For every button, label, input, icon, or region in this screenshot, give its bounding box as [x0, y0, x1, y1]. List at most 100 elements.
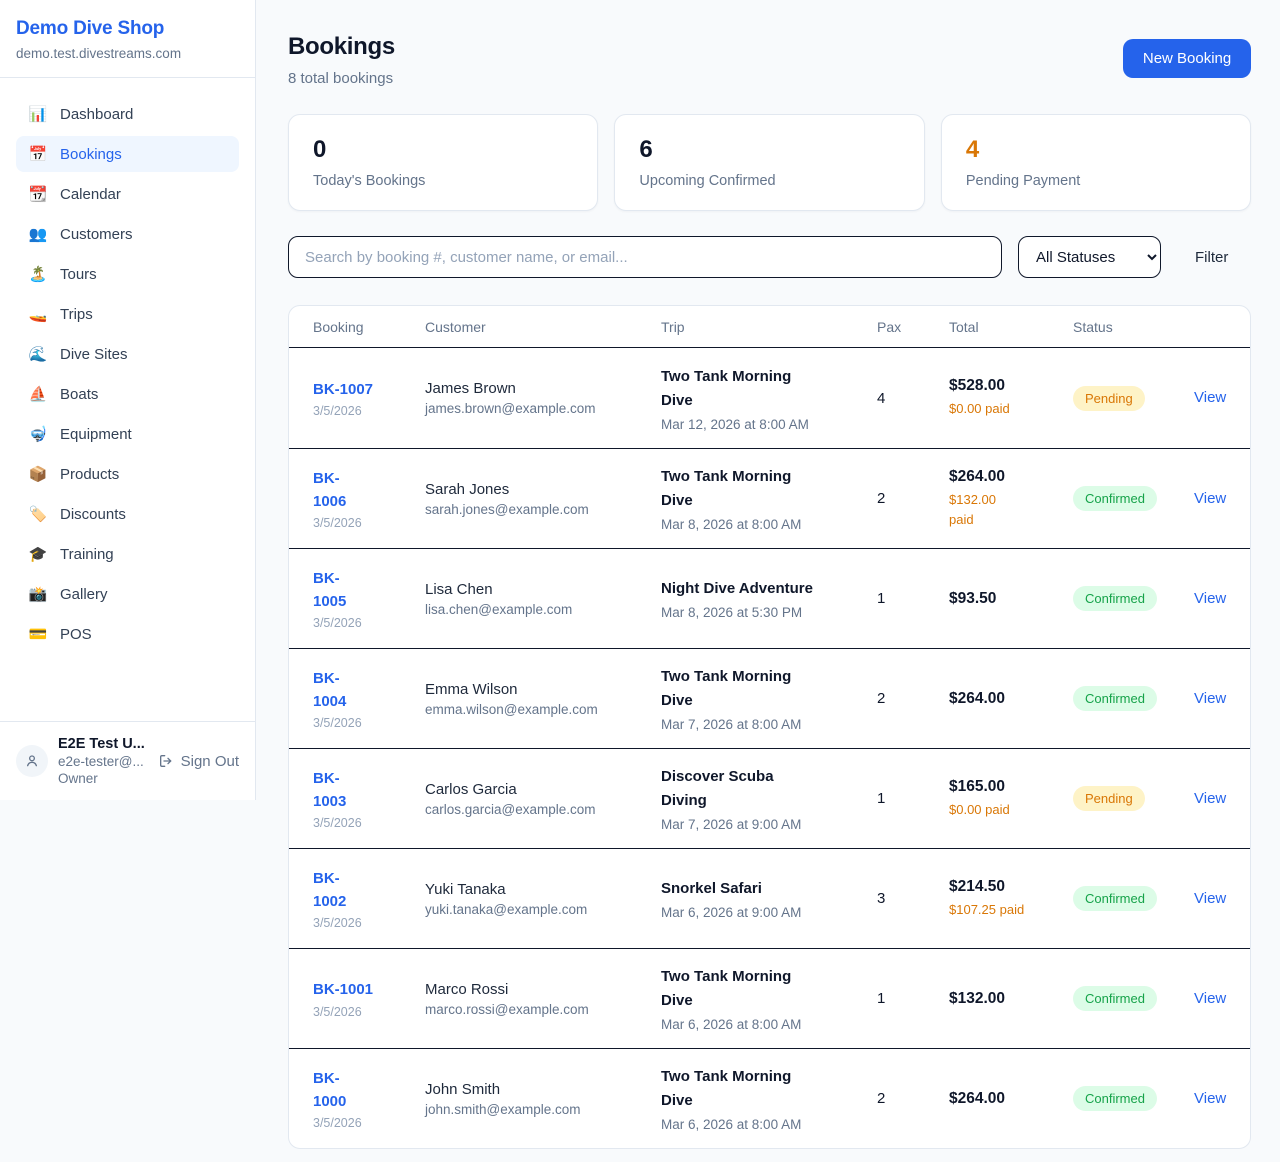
customer-cell: Marco Rossi marco.rossi@example.com: [425, 981, 661, 1017]
booking-cell: BK-1006 3/5/2026: [313, 467, 425, 531]
booking-cell: BK-1001 3/5/2026: [313, 978, 425, 1018]
column-header-booking: Booking: [313, 319, 425, 335]
sidebar-item-dive-sites[interactable]: 🌊 Dive Sites: [16, 336, 239, 372]
sidebar-item-training[interactable]: 🎓 Training: [16, 536, 239, 572]
bookings-icon: 📅: [28, 145, 48, 163]
table-row: BK-1004 3/5/2026 Emma Wilson emma.wilson…: [289, 648, 1250, 748]
view-link[interactable]: View: [1194, 890, 1226, 907]
booking-id-link[interactable]: BK-1005: [313, 567, 425, 614]
avatar: [16, 745, 48, 777]
booking-id-link[interactable]: BK-1006: [313, 467, 425, 514]
booking-cell: BK-1002 3/5/2026: [313, 867, 425, 931]
total-amount: $528.00: [949, 377, 1073, 395]
sidebar-item-pos[interactable]: 💳 POS: [16, 616, 239, 652]
status-cell: Confirmed: [1073, 486, 1194, 511]
products-icon: 📦: [28, 465, 48, 483]
booking-cell: BK-1000 3/5/2026: [313, 1067, 425, 1131]
customer-email: yuki.tanaka@example.com: [425, 902, 661, 917]
customer-email: john.smith@example.com: [425, 1102, 661, 1117]
status-select[interactable]: All Statuses: [1018, 236, 1161, 278]
status-badge: Confirmed: [1073, 986, 1157, 1011]
sidebar: Demo Dive Shop demo.test.divestreams.com…: [0, 0, 256, 800]
customer-cell: Carlos Garcia carlos.garcia@example.com: [425, 781, 661, 817]
customer-name: John Smith: [425, 1081, 661, 1098]
total-cell: $264.00 $132.00paid: [949, 468, 1073, 529]
sidebar-item-gallery[interactable]: 📸 Gallery: [16, 576, 239, 612]
sidebar-item-boats[interactable]: ⛵ Boats: [16, 376, 239, 412]
sidebar-item-dashboard[interactable]: 📊 Dashboard: [16, 96, 239, 132]
actions-cell: View: [1194, 890, 1226, 908]
status-badge: Pending: [1073, 786, 1145, 811]
view-link[interactable]: View: [1194, 690, 1226, 707]
booking-id-link[interactable]: BK-1004: [313, 667, 425, 714]
status-cell: Confirmed: [1073, 586, 1194, 611]
trip-cell: Night Dive Adventure Mar 8, 2026 at 5:30…: [661, 577, 877, 620]
customer-name: Sarah Jones: [425, 481, 661, 498]
customer-email: carlos.garcia@example.com: [425, 802, 661, 817]
booking-id-link[interactable]: BK-1000: [313, 1067, 425, 1114]
booking-date: 3/5/2026: [313, 916, 425, 930]
actions-cell: View: [1194, 389, 1226, 407]
sidebar-item-products[interactable]: 📦 Products: [16, 456, 239, 492]
status-cell: Confirmed: [1073, 986, 1194, 1011]
paid-amount: $132.00paid: [949, 490, 1073, 529]
booking-id-link[interactable]: BK-1002: [313, 867, 425, 914]
trip-datetime: Mar 8, 2026 at 8:00 AM: [661, 517, 863, 532]
view-link[interactable]: View: [1194, 790, 1226, 807]
sidebar-item-label: Calendar: [60, 186, 121, 203]
sidebar-item-label: Trips: [60, 306, 93, 323]
trip-datetime: Mar 7, 2026 at 9:00 AM: [661, 817, 863, 832]
gallery-icon: 📸: [28, 585, 48, 603]
status-cell: Confirmed: [1073, 886, 1194, 911]
sign-out-icon: [158, 753, 174, 769]
view-link[interactable]: View: [1194, 490, 1226, 507]
sidebar-item-discounts[interactable]: 🏷️ Discounts: [16, 496, 239, 532]
trip-datetime: Mar 6, 2026 at 8:00 AM: [661, 1117, 863, 1132]
table-row: BK-1000 3/5/2026 John Smith john.smith@e…: [289, 1048, 1250, 1148]
booking-date: 3/5/2026: [313, 404, 425, 418]
view-link[interactable]: View: [1194, 389, 1226, 406]
new-booking-button[interactable]: New Booking: [1123, 39, 1251, 78]
sidebar-item-tours[interactable]: 🏝️ Tours: [16, 256, 239, 292]
total-amount: $264.00: [949, 468, 1073, 486]
sidebar-item-bookings[interactable]: 📅 Bookings: [16, 136, 239, 172]
booking-id-link[interactable]: BK-1001: [313, 978, 425, 1001]
user-email: e2e-tester@...: [58, 754, 148, 769]
view-link[interactable]: View: [1194, 590, 1226, 607]
booking-cell: BK-1005 3/5/2026: [313, 567, 425, 631]
boats-icon: ⛵: [28, 385, 48, 403]
status-cell: Confirmed: [1073, 686, 1194, 711]
status-cell: Confirmed: [1073, 1086, 1194, 1111]
sidebar-item-equipment[interactable]: 🤿 Equipment: [16, 416, 239, 452]
trip-cell: Snorkel Safari Mar 6, 2026 at 9:00 AM: [661, 877, 877, 920]
sidebar-item-customers[interactable]: 👥 Customers: [16, 216, 239, 252]
status-badge: Pending: [1073, 386, 1145, 411]
view-link[interactable]: View: [1194, 1090, 1226, 1107]
brand-name[interactable]: Demo Dive Shop: [16, 18, 239, 40]
booking-id-link[interactable]: BK-1007: [313, 378, 425, 401]
customer-cell: Lisa Chen lisa.chen@example.com: [425, 581, 661, 617]
status-badge: Confirmed: [1073, 886, 1157, 911]
customer-name: James Brown: [425, 380, 661, 397]
customer-email: marco.rossi@example.com: [425, 1002, 661, 1017]
trip-cell: Two Tank MorningDive Mar 7, 2026 at 8:00…: [661, 665, 877, 732]
page-subtitle: 8 total bookings: [288, 70, 395, 87]
booking-id-link[interactable]: BK-1003: [313, 767, 425, 814]
sign-out-button[interactable]: Sign Out: [158, 753, 239, 770]
column-header-status: Status: [1073, 319, 1194, 335]
sidebar-item-calendar[interactable]: 📆 Calendar: [16, 176, 239, 212]
search-input[interactable]: [288, 236, 1002, 278]
customer-email: james.brown@example.com: [425, 401, 661, 416]
filter-button[interactable]: Filter: [1195, 249, 1228, 266]
customer-email: emma.wilson@example.com: [425, 702, 661, 717]
pax-cell: 2: [877, 1090, 949, 1107]
total-cell: $93.50: [949, 590, 1073, 608]
customer-cell: Sarah Jones sarah.jones@example.com: [425, 481, 661, 517]
booking-cell: BK-1007 3/5/2026: [313, 378, 425, 418]
sidebar-nav: 📊 Dashboard 📅 Bookings 📆 Calendar 👥 Cust…: [0, 78, 255, 721]
view-link[interactable]: View: [1194, 990, 1226, 1007]
sidebar-item-trips[interactable]: 🚤 Trips: [16, 296, 239, 332]
table-row: BK-1005 3/5/2026 Lisa Chen lisa.chen@exa…: [289, 548, 1250, 648]
total-cell: $264.00: [949, 1090, 1073, 1108]
status-badge: Confirmed: [1073, 686, 1157, 711]
